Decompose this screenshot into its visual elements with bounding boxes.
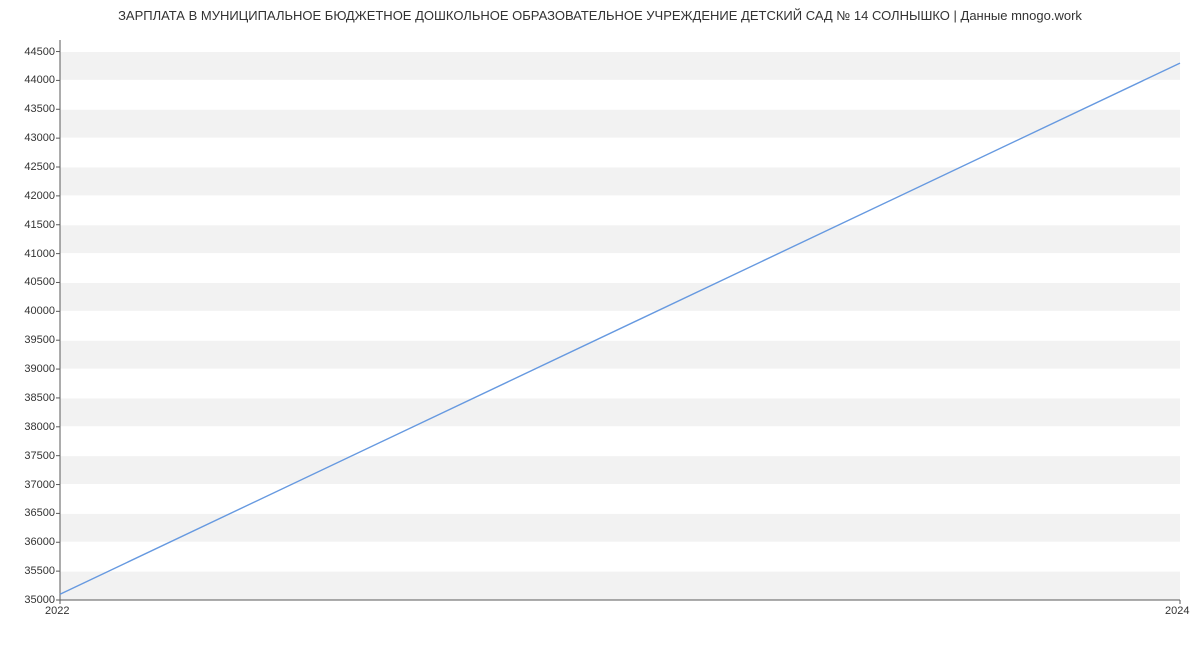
- y-tick-label: 40000: [24, 305, 55, 317]
- y-tick-label: 37000: [24, 479, 55, 491]
- y-tick-label: 44000: [24, 74, 55, 86]
- chart-plot-area: [60, 40, 1180, 600]
- y-tick-label: 39000: [24, 363, 55, 375]
- x-tick-label: 2024: [1165, 605, 1189, 617]
- y-tick-label: 37500: [24, 450, 55, 462]
- y-tick-label: 42000: [24, 190, 55, 202]
- y-tick-label: 41000: [24, 248, 55, 260]
- y-tick-label: 41500: [24, 219, 55, 231]
- chart-container: ЗАРПЛАТА В МУНИЦИПАЛЬНОЕ БЮДЖЕТНОЕ ДОШКО…: [0, 0, 1200, 650]
- chart-title: ЗАРПЛАТА В МУНИЦИПАЛЬНОЕ БЮДЖЕТНОЕ ДОШКО…: [0, 8, 1200, 23]
- y-tick-label: 43500: [24, 103, 55, 115]
- y-tick-label: 43000: [24, 132, 55, 144]
- y-tick-label: 36500: [24, 507, 55, 519]
- y-tick-label: 36000: [24, 536, 55, 548]
- y-tick-label: 35500: [24, 565, 55, 577]
- y-tick-label: 44500: [24, 46, 55, 58]
- y-tick-label: 40500: [24, 276, 55, 288]
- y-tick-label: 38500: [24, 392, 55, 404]
- y-tick-label: 39500: [24, 334, 55, 346]
- y-tick-label: 38000: [24, 421, 55, 433]
- y-tick-label: 42500: [24, 161, 55, 173]
- x-tick-label: 2022: [45, 605, 69, 617]
